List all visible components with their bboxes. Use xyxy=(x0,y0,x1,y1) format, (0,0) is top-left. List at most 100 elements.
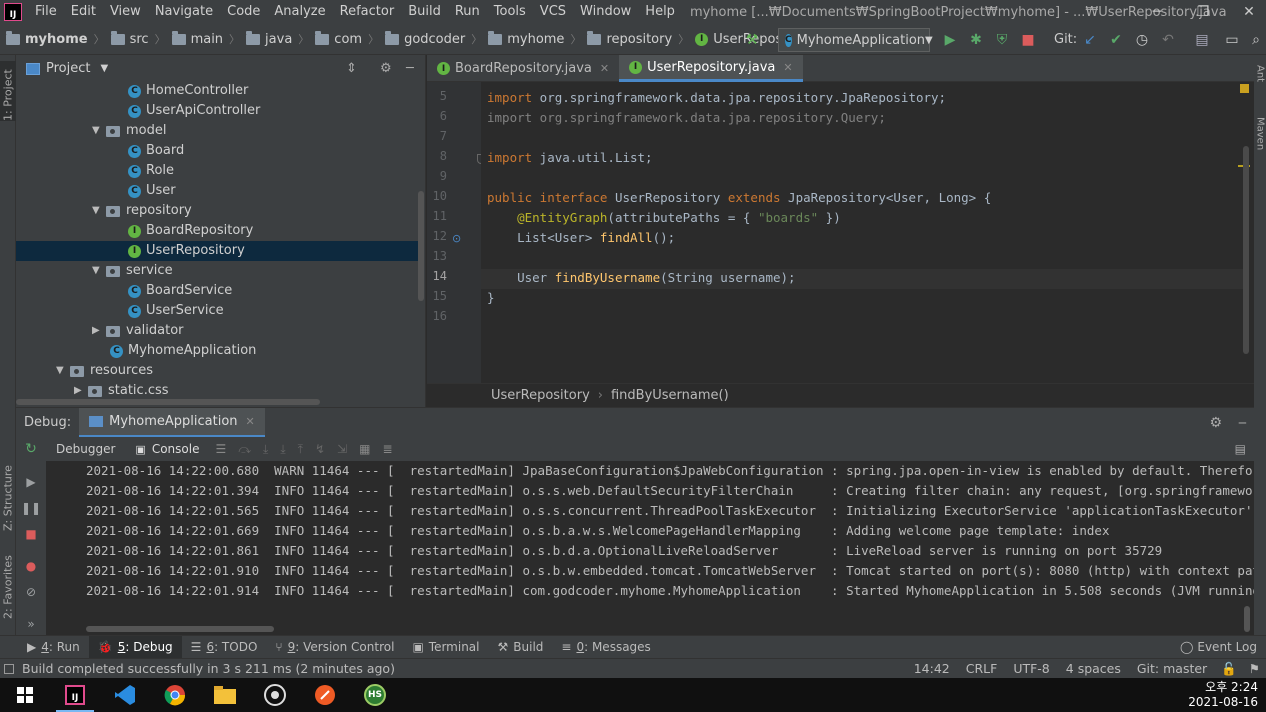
pause-icon[interactable]: ❚❚ xyxy=(21,499,41,517)
expand-closed-icon[interactable]: ▶ xyxy=(92,321,106,341)
tree-item-myhomeapplication[interactable]: C MyhomeApplication xyxy=(16,341,418,361)
file-encoding[interactable]: UTF-8 xyxy=(1005,661,1057,676)
menu-window[interactable]: Window xyxy=(573,0,638,24)
inspector-icon[interactable]: ⚑ xyxy=(1243,661,1266,676)
implemented-method-icon[interactable]: ⊙ xyxy=(452,232,461,245)
console-output[interactable]: 2021-08-16 14:22:00.680 WARN 11464 --- [… xyxy=(46,461,1254,635)
vscode-icon[interactable] xyxy=(100,678,150,712)
presentation-icon[interactable]: ▭ xyxy=(1222,30,1242,50)
tree-item-model[interactable]: ▼ model xyxy=(16,121,418,141)
git-branch[interactable]: Git: master xyxy=(1129,661,1215,676)
code-editor[interactable]: import org.springframework.data.jpa.repo… xyxy=(481,82,1254,383)
close-icon[interactable]: ✕ xyxy=(246,415,255,428)
lock-icon[interactable]: 🔓 xyxy=(1215,661,1243,677)
breadcrumb-main[interactable]: main 〉 xyxy=(169,30,243,47)
tool-window-todo[interactable]: ☰ 6: TODO xyxy=(182,636,267,659)
coverage-icon[interactable]: ⛨ xyxy=(992,30,1012,50)
breadcrumb-method[interactable]: findByUsername() xyxy=(611,388,729,403)
breadcrumb-myhome[interactable]: myhome 〉 xyxy=(485,30,584,47)
intellij-taskbar-icon[interactable]: IJ xyxy=(50,678,100,712)
tool-window-debug[interactable]: 🐞 5: Debug xyxy=(88,635,182,659)
run-config-select[interactable]: C MyhomeApplication ▼ xyxy=(778,28,933,52)
tree-item-boardservice[interactable]: C BoardService xyxy=(16,281,418,301)
ant-tool-button[interactable]: Ant xyxy=(1252,65,1266,97)
expand-open-icon[interactable]: ▼ xyxy=(92,201,106,221)
tree-item-userservice[interactable]: C UserService xyxy=(16,301,418,321)
caret-position[interactable]: 14:42 xyxy=(906,661,958,676)
search-icon[interactable]: ⌕ xyxy=(1246,30,1266,50)
evaluate-icon[interactable]: ▦ xyxy=(353,442,376,456)
tree-item-service[interactable]: ▼ service xyxy=(16,261,418,281)
close-icon[interactable]: ✕ xyxy=(1226,0,1266,24)
step-over-icon[interactable]: ⤼ xyxy=(232,442,257,457)
collapse-all-icon[interactable]: ⇕ xyxy=(346,61,357,76)
tab-userrepository-java[interactable]: I UserRepository.java ✕ xyxy=(619,55,803,82)
tree-item-board[interactable]: C Board xyxy=(16,141,418,161)
git-update-icon[interactable]: ↙ xyxy=(1080,30,1100,50)
tool-window-version-control[interactable]: ⑂ 9: Version Control xyxy=(266,636,403,659)
tree-item-homecontroller[interactable]: C HomeController xyxy=(16,81,418,101)
tree-item-role[interactable]: C Role xyxy=(16,161,418,181)
debug-icon[interactable]: ✱ xyxy=(966,30,986,50)
tool-window-build[interactable]: ⚒ Build xyxy=(489,636,553,659)
gear-icon[interactable]: ⚙ xyxy=(1209,415,1222,431)
breadcrumb-project[interactable]: myhome 〉 xyxy=(0,30,108,47)
restore-icon[interactable]: ❐ xyxy=(1180,0,1226,24)
breadcrumb-godcoder[interactable]: godcoder 〉 xyxy=(382,30,485,47)
close-icon[interactable]: ✕ xyxy=(783,61,792,74)
tree-item-userrepository[interactable]: I UserRepository xyxy=(16,241,418,261)
system-clock[interactable]: 오후 2:24 2021-08-16 xyxy=(1188,680,1258,710)
expand-open-icon[interactable]: ▼ xyxy=(56,361,70,381)
menu-build[interactable]: Build xyxy=(401,0,448,24)
step-into-icon[interactable]: ⤓ xyxy=(257,442,274,457)
tree-item-repository[interactable]: ▼ repository xyxy=(16,201,418,221)
step-out-icon[interactable]: ⤒ xyxy=(292,442,309,457)
console-horizontal-scrollbar[interactable] xyxy=(86,626,274,632)
tree-item-resources[interactable]: ▼ resources xyxy=(16,361,418,381)
postman-icon[interactable] xyxy=(300,678,350,712)
tab-debugger[interactable]: Debugger xyxy=(46,442,125,456)
menu-refactor[interactable]: Refactor xyxy=(333,0,402,24)
layout-icon[interactable]: ▤ xyxy=(1235,442,1246,456)
menu-navigate[interactable]: Navigate xyxy=(148,0,220,24)
tool-window-messages[interactable]: ≡ 0: Messages xyxy=(552,636,659,659)
tab-console[interactable]: ▣ Console xyxy=(125,442,209,456)
tab-boardrepository-java[interactable]: I BoardRepository.java ✕ xyxy=(427,55,619,82)
status-toggle-icon[interactable] xyxy=(4,663,14,674)
project-tool-button[interactable]: 1: Project xyxy=(0,61,16,121)
chrome-icon[interactable] xyxy=(150,678,200,712)
console-vertical-scrollbar[interactable] xyxy=(1244,606,1250,632)
menu-analyze[interactable]: Analyze xyxy=(267,0,332,24)
favorites-tool-button[interactable]: 2: Favorites xyxy=(0,547,16,619)
maven-tool-button[interactable]: Maven xyxy=(1252,117,1266,165)
breadcrumb-repository[interactable]: repository 〉 xyxy=(584,30,692,47)
minimize-icon[interactable]: ─ xyxy=(1134,0,1180,24)
rollback-icon[interactable]: ↶ xyxy=(1158,30,1178,50)
menu-edit[interactable]: Edit xyxy=(64,0,103,24)
resume-icon[interactable]: ▶ xyxy=(22,473,40,491)
indent-setting[interactable]: 4 spaces xyxy=(1058,661,1129,676)
breadcrumb-src[interactable]: src 〉 xyxy=(108,30,169,47)
inspection-warning-icon[interactable] xyxy=(1240,84,1249,93)
tree-item-user[interactable]: C User xyxy=(16,181,418,201)
debug-session-tab[interactable]: MyhomeApplication ✕ xyxy=(79,407,265,438)
hide-panel-icon[interactable]: ─ xyxy=(1239,416,1246,430)
file-explorer-icon[interactable] xyxy=(200,678,250,712)
menu-run[interactable]: Run xyxy=(448,0,487,24)
mute-breakpoints-icon[interactable]: ⊘ xyxy=(22,583,40,601)
tree-item-userapicontroller[interactable]: C UserApiController xyxy=(16,101,418,121)
github-desktop-icon[interactable] xyxy=(250,678,300,712)
rerun-icon[interactable]: ↻ xyxy=(16,441,46,457)
expand-open-icon[interactable]: ▼ xyxy=(92,261,106,281)
breadcrumb-java[interactable]: java 〉 xyxy=(243,30,312,47)
tool-window-terminal[interactable]: ▣ Terminal xyxy=(403,636,488,659)
heidisql-icon[interactable]: HS xyxy=(350,678,400,712)
frames-icon[interactable]: ☰ xyxy=(209,442,232,456)
project-panel-title[interactable]: Project xyxy=(46,61,90,76)
horizontal-scrollbar[interactable] xyxy=(16,399,320,405)
expand-open-icon[interactable]: ▼ xyxy=(92,121,106,141)
structure-tool-button[interactable]: Z: Structure xyxy=(0,451,16,531)
status-message[interactable]: Build completed successfully in 3 s 211 … xyxy=(22,661,395,676)
windows-start-icon[interactable] xyxy=(0,678,50,712)
tree-item-static-css[interactable]: ▶ static.css xyxy=(16,381,418,401)
